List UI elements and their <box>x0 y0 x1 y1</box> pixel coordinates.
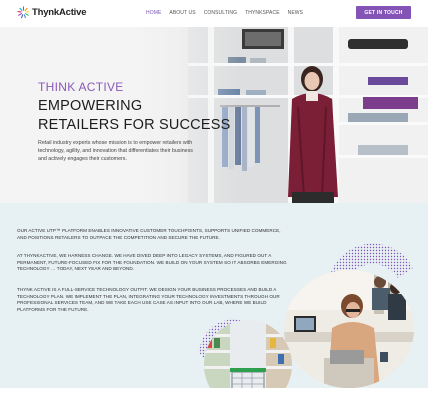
hero-kicker: THINK ACTIVE <box>38 80 124 94</box>
office-team-photo <box>284 270 414 388</box>
site-header: ThynkActive HOME ABOUT US CONSULTING THY… <box>0 0 428 27</box>
brand-logo[interactable]: ThynkActive <box>17 6 86 19</box>
hero-title: EMPOWERING RETAILERS FOR SUCCESS <box>38 97 230 135</box>
nav-item-thynkspace[interactable]: THYNKSPACE <box>245 10 280 16</box>
nav-item-home[interactable]: HOME <box>146 10 161 16</box>
nav-item-news[interactable]: NEWS <box>288 10 303 16</box>
nav-item-consulting[interactable]: CONSULTING <box>204 10 237 16</box>
nav-item-about-us[interactable]: ABOUT US <box>169 10 195 16</box>
office-scene-image <box>284 270 414 388</box>
logo-burst-icon <box>17 6 30 19</box>
hero-banner: THINK ACTIVE EMPOWERING RETAILERS FOR SU… <box>0 27 428 203</box>
main-nav: HOME ABOUT US CONSULTING THYNKSPACE NEWS <box>146 10 311 16</box>
brand-name: ThynkActive <box>32 7 87 18</box>
hero-title-line-2: RETAILERS FOR SUCCESS <box>38 117 231 133</box>
next-section-strip <box>0 388 428 414</box>
hero-description: Retail industry experts whose mission is… <box>38 140 193 162</box>
intro-paragraph-2: AT THYNKACTIVE, WE HARNESS CHANGE. WE HA… <box>17 253 287 272</box>
hero-title-line-1: EMPOWERING <box>38 98 143 114</box>
intro-paragraph-3: THYNK ACTIVE IS A FULL-SERVICE TECHNOLOG… <box>17 287 280 312</box>
intro-paragraph-1: OUR ACTIVE UTP™ PLATFORM ENABLES INNOVAT… <box>17 228 281 240</box>
get-in-touch-button[interactable]: GET IN TOUCH <box>356 6 411 19</box>
